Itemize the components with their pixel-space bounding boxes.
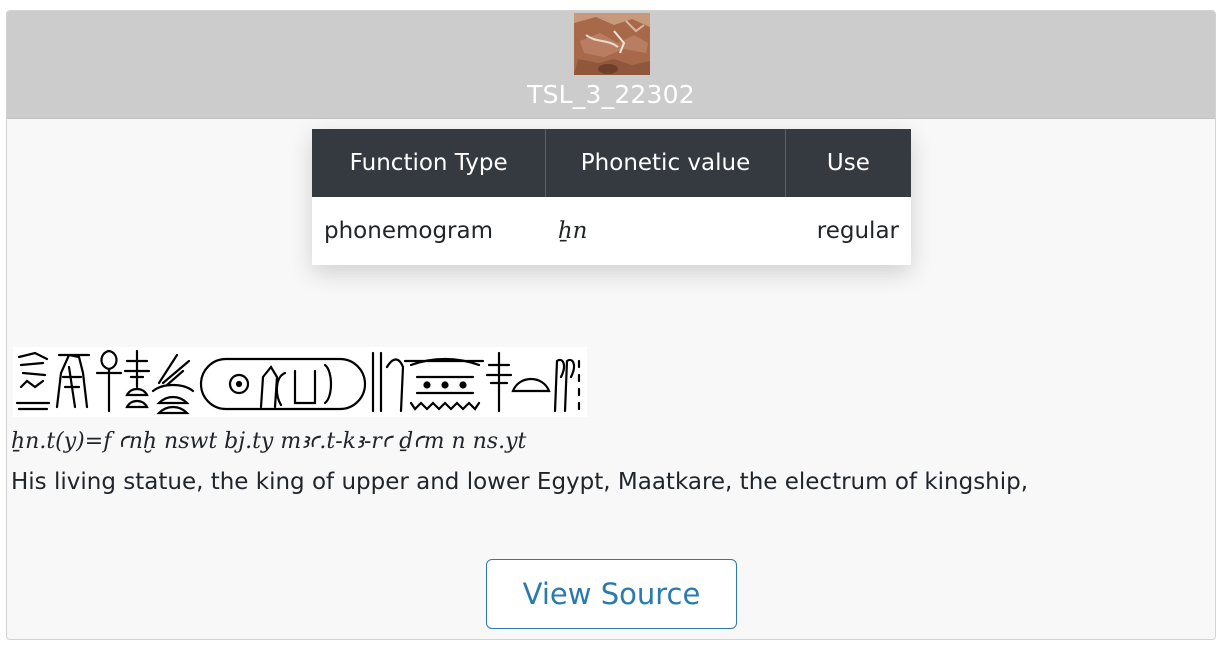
transliteration: ẖn.t(y)=f ꜥnḫ nswt bj.ty mꜣꜥ.t-kꜣ-rꜥ ḏꜥm… — [11, 429, 527, 454]
table-header-row: Function Type Phonetic value Use — [312, 129, 911, 197]
sign-card: TSL_3_22302 Function Type Phonetic value… — [6, 10, 1216, 640]
cell-use: regular — [785, 197, 911, 265]
hieroglyphs-icon — [15, 349, 581, 415]
header-function-type: Function Type — [312, 129, 546, 197]
card-header: TSL_3_22302 — [7, 11, 1215, 119]
sign-title: TSL_3_22302 — [527, 80, 695, 109]
cell-phonetic-value: ẖn — [545, 197, 786, 265]
hieroglyphic-inscription — [13, 347, 587, 417]
header-use: Use — [784, 129, 911, 197]
cell-function-type: phonemogram — [312, 197, 546, 265]
phonetic-values-table-container: Function Type Phonetic value Use phonemo… — [312, 129, 911, 265]
sign-photo-icon — [574, 13, 650, 75]
phonetic-values-table: Function Type Phonetic value Use phonemo… — [312, 129, 911, 265]
header-phonetic-value: Phonetic value — [545, 129, 786, 197]
translation: His living statue, the king of upper and… — [11, 469, 1029, 495]
view-source-button[interactable]: View Source — [486, 559, 737, 629]
sign-image[interactable] — [574, 13, 650, 75]
table-row: phonemogram ẖn regular — [312, 197, 911, 265]
